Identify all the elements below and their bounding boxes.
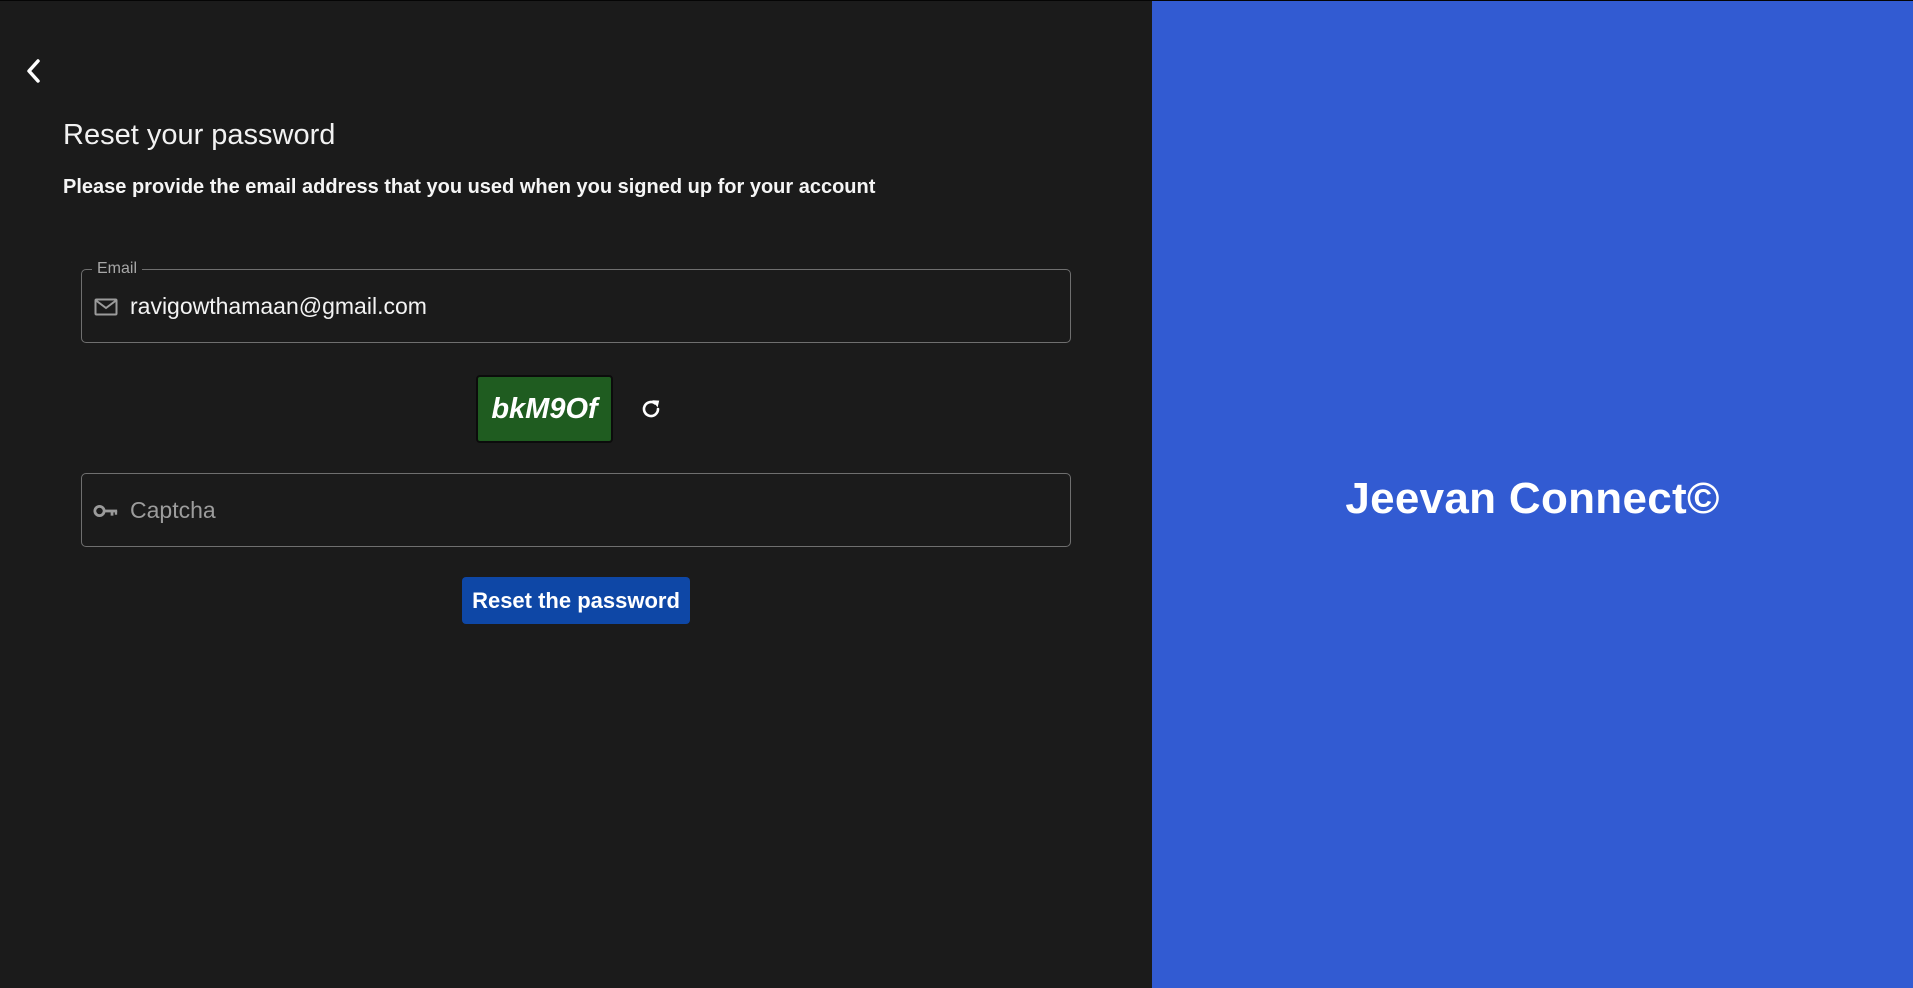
captcha-refresh-button[interactable] (637, 395, 665, 423)
chevron-left-icon (27, 59, 40, 83)
brand-panel: Jeevan Connect© (1152, 1, 1913, 988)
captcha-field[interactable] (81, 473, 1071, 547)
captcha-input[interactable] (130, 474, 1050, 546)
reset-password-button[interactable]: Reset the password (462, 577, 690, 624)
page-subtitle: Please provide the email address that yo… (63, 176, 876, 198)
page-title: Reset your password (63, 119, 336, 151)
email-input[interactable] (130, 270, 1050, 342)
key-icon (93, 498, 119, 524)
reset-password-page: Reset your password Please provide the e… (0, 0, 1913, 988)
email-field[interactable]: Email (81, 260, 1071, 343)
form-panel: Reset your password Please provide the e… (0, 1, 1152, 988)
captcha-code: bkM9Of (491, 392, 598, 425)
brand-name: Jeevan Connect© (1345, 474, 1720, 523)
mail-icon (93, 294, 119, 320)
back-button[interactable] (20, 57, 48, 85)
captcha-image: bkM9Of (476, 375, 613, 443)
refresh-icon (642, 400, 660, 418)
